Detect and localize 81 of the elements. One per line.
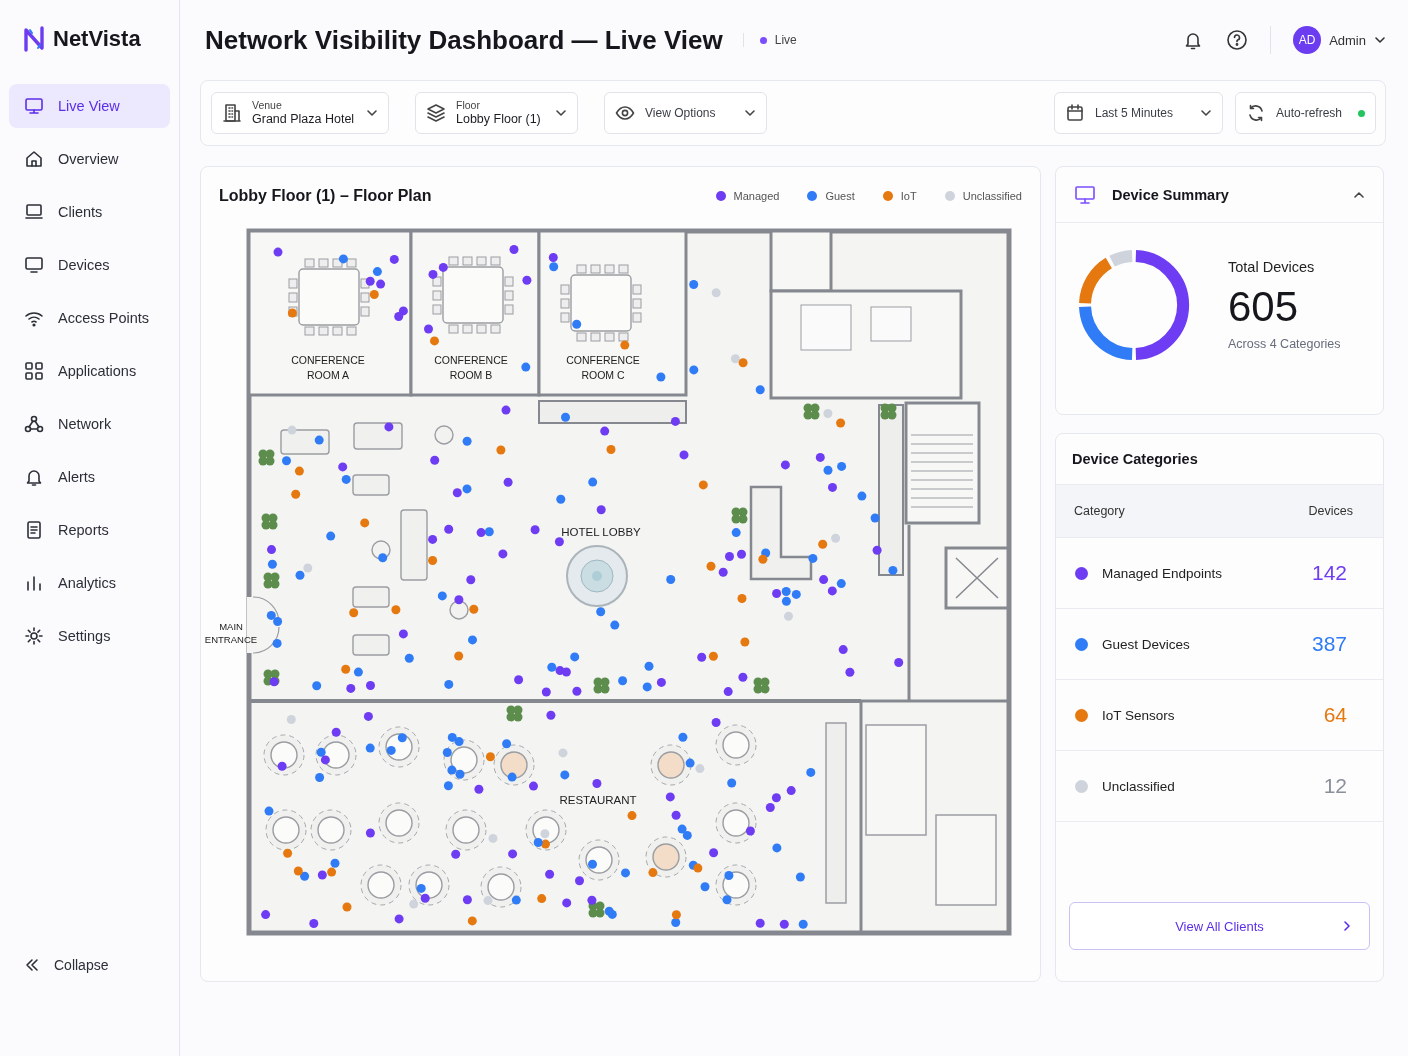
chevron-right-icon [1341,920,1353,932]
room-label: RESTAURANT [559,792,637,808]
nav-item[interactable]: Live View [9,84,170,128]
legend-label: Guest [825,190,855,202]
nav-item[interactable]: Analytics [9,561,170,605]
bar-chart-icon [24,573,44,593]
help-button[interactable] [1226,29,1249,51]
total-count: 605 [1228,283,1300,331]
legend-label: IoT [900,190,917,202]
chevron-down-icon [744,107,756,119]
card-title: Lobby Floor (1) – Floor Plan [219,187,432,205]
category-name: Unclassified [1102,778,1175,794]
chevron-down-icon [1374,34,1386,46]
nav-item[interactable]: Access Points [9,296,170,340]
legend-label: Unclassified [962,190,1022,202]
caption: Across 4 Categories [1228,337,1341,351]
brand-name: NetVista [53,26,141,52]
venue-dropdown[interactable]: Venue Grand Plaza Hotel [211,92,389,134]
eye-icon [615,103,635,123]
layers-icon [426,103,446,123]
help-icon [1226,29,1249,51]
monitor-icon [1074,183,1096,206]
page-title: Network Visibility Dashboard — Live View [205,24,723,56]
calendar-icon [1065,103,1085,123]
view-options-dropdown[interactable]: View Options [604,92,767,134]
column-header: Devices [1308,504,1353,518]
nav-item[interactable]: Clients [9,190,170,234]
device-count: 387 [1311,632,1347,656]
monitor-icon [24,255,44,275]
nav-item[interactable]: Settings [9,614,170,658]
room-label: CONFERENCE ROOM A [290,353,366,383]
user-name: Admin [1329,32,1366,48]
floor-dropdown[interactable]: Floor Lobby Floor (1) [415,92,578,134]
room-label: MAIN ENTRANCE [203,619,259,647]
category-name: Managed Endpoints [1102,565,1223,581]
nav-item[interactable]: Applications [9,349,170,393]
building-icon [222,103,242,123]
dropdown-label: Venue [252,98,282,112]
user-menu[interactable]: AD Admin [1293,26,1386,54]
total-label: Total Devices [1228,259,1316,275]
chevron-down-icon [1200,107,1212,119]
grid-icon [24,361,44,381]
nav-item[interactable]: Alerts [9,455,170,499]
chevron-down-icon [366,107,378,119]
network-icon [24,414,44,434]
legend-label: Managed [733,190,780,202]
report-icon [24,520,44,540]
device-count: 64 [1323,703,1347,727]
category-name: Guest Devices [1102,636,1190,652]
room-label: CONFERENCE ROOM C [565,353,641,383]
view-all-clients-button[interactable]: View All Clients [1069,902,1370,950]
nav-item[interactable]: Network [9,402,170,446]
settings-icon [24,626,44,646]
logo-icon [23,26,45,52]
bell-icon [24,467,44,487]
home-icon [24,149,44,169]
column-header: Category [1074,504,1125,518]
room-label: HOTEL LOBBY [561,524,641,540]
auto-refresh-toggle[interactable]: Auto-refresh [1235,92,1376,134]
monitor-icon [24,96,44,116]
device-count: 12 [1323,774,1347,798]
card-title: Device Summary [1112,186,1229,203]
refresh-icon [1246,103,1266,123]
chevron-down-icon [555,107,567,119]
room-label: CONFERENCE ROOM B [433,353,509,383]
dropdown-value: Lobby Floor (1) [456,111,541,128]
dropdown-label: Floor [456,98,480,112]
category-name: IoT Sensors [1102,707,1175,723]
device-count: 142 [1311,561,1347,585]
laptop-icon [24,202,44,222]
card-title: Device Categories [1072,451,1198,467]
avatar: AD [1293,26,1322,54]
dropdown-value: Grand Plaza Hotel [252,111,355,128]
time-range-dropdown[interactable]: Last 5 Minutes [1054,92,1223,134]
live-dot [759,36,767,44]
nav-item[interactable]: Devices [9,243,170,287]
double-chevron-icon [24,957,40,973]
status-text: Live [774,33,797,47]
nav-item[interactable]: Overview [9,137,170,181]
nav-item[interactable]: Reports [9,508,170,552]
collapse-button[interactable]: Collapse [9,950,170,980]
